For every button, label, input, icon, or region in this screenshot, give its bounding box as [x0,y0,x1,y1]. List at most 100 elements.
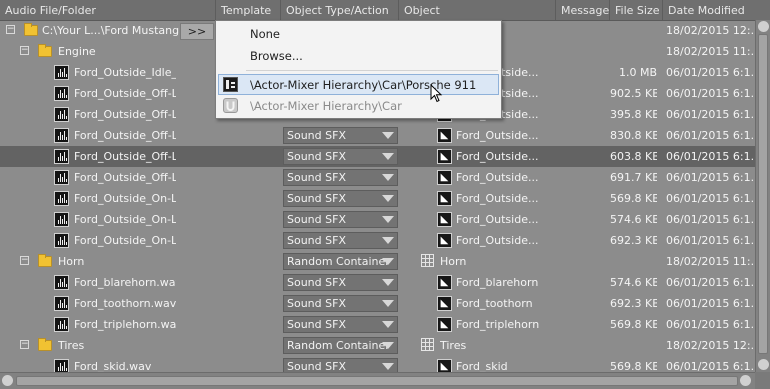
audio-file-row[interactable]: Ford_Outside_Off-Lo Sound SFX ◣ Ford_Outsid… [0,125,755,146]
horizontal-scrollbar[interactable] [0,372,755,389]
object-type-value: Sound SFX [287,192,346,205]
object-type-value: Sound SFX [287,297,346,310]
mouse-cursor-icon [430,84,443,103]
object-type-dropdown[interactable]: Sound SFX [283,127,398,144]
object-type-value: Random Container [287,339,390,352]
collapse-minus-icon[interactable]: − [20,340,29,349]
column-header-object[interactable]: Object [399,0,556,20]
date-modified: 06/01/2015 6:1... [666,150,754,163]
column-header-object-type[interactable]: Object Type/Action [281,0,399,20]
scroll-down-icon[interactable] [758,359,769,370]
scroll-left-icon[interactable] [2,375,13,386]
folder-row[interactable]: − Tires Random Container Tires 18/02/2015 12… [0,335,755,356]
chevron-down-icon[interactable] [382,174,394,181]
collapse-minus-icon[interactable]: − [20,46,29,55]
file-size: 691.7 KB [610,171,657,184]
audio-file-icon [54,107,69,122]
object-type-value: Sound SFX [287,129,346,142]
audio-file-row[interactable]: Ford_toothorn.wav Sound SFX ◣ Ford_toothorn… [0,293,755,314]
row-name: Engine [58,45,96,58]
object-type-dropdown[interactable]: Sound SFX [283,232,398,249]
chevron-down-icon[interactable] [382,342,394,349]
chevron-down-icon[interactable] [382,237,394,244]
object-type-value: Sound SFX [287,150,346,163]
audio-file-row[interactable]: Ford_Outside_On-Lo Sound SFX ◣ Ford_Outside… [0,230,755,251]
object-type-dropdown[interactable]: Sound SFX [283,295,398,312]
sound-sfx-icon: ◣ [437,170,452,185]
row-name: Ford_Outside_Off-Lo [74,171,176,184]
date-modified: 18/02/2015 12:... [666,24,754,37]
object-name: Ford_triplehorn [456,318,540,331]
chevron-down-icon[interactable] [382,321,394,328]
row-name: Ford_Outside_Off-Lo [74,108,176,121]
object-name: Ford_blarehorn [456,276,539,289]
row-name: Ford_Outside_On-Lo [74,192,176,205]
audio-file-row[interactable]: Ford_Outside_On-Lo Sound SFX ◣ Ford_Outside… [0,188,755,209]
date-modified: 06/01/2015 6:1... [666,129,754,142]
audio-file-icon [54,128,69,143]
chevron-down-icon[interactable] [382,363,394,370]
file-size: 569.8 KB [610,192,657,205]
vertical-scroll-thumb[interactable] [758,34,768,354]
object-type-dropdown[interactable]: Random Container [283,253,398,270]
object-type-dropdown[interactable]: Sound SFX [283,316,398,333]
row-name: Ford_triplehorn.wav [74,318,176,331]
horizontal-scroll-thumb[interactable] [16,376,738,386]
object-name: Tires [440,339,467,352]
audio-file-row[interactable]: Ford_Outside_Off-Lo Sound SFX ◣ Ford_Outsid… [0,146,755,167]
chevron-down-icon[interactable] [382,153,394,160]
column-header-file-size[interactable]: File Size [610,0,663,20]
sound-sfx-icon: ◣ [437,149,452,164]
date-modified: 06/01/2015 6:1... [666,171,754,184]
audio-file-row[interactable]: Ford_blarehorn.wav Sound SFX ◣ Ford_blareho… [0,272,755,293]
audio-file-row[interactable]: Ford_Outside_Off-Lo Sound SFX ◣ Ford_Outsid… [0,167,755,188]
menu-item-car[interactable]: \Actor-Mixer Hierarchy\Car [250,96,402,116]
chevron-down-icon[interactable] [382,258,394,265]
scroll-right-icon[interactable] [740,375,751,386]
chevron-down-icon[interactable] [382,216,394,223]
date-modified: 06/01/2015 6:1... [666,66,754,79]
audio-file-icon [54,149,69,164]
object-type-dropdown[interactable]: Sound SFX [283,274,398,291]
chevron-down-icon[interactable] [382,279,394,286]
sound-sfx-icon: ◣ [437,191,452,206]
file-size: 603.8 KB [610,150,657,163]
object-type-dropdown[interactable]: Sound SFX [283,211,398,228]
date-modified: 06/01/2015 6:1... [666,276,754,289]
object-name: Ford_Outside... [456,234,539,247]
file-size: 692.3 KB [610,234,657,247]
sound-sfx-icon: ◣ [437,233,452,248]
file-size [610,41,657,62]
folder-row[interactable]: − Horn Random Container Horn 18/02/2015 11:.… [0,251,755,272]
template-context-menu: None Browse... \Actor-Mixer Hierarchy\Ca… [215,20,502,119]
chevron-down-icon[interactable] [382,300,394,307]
collapse-minus-icon[interactable]: − [20,256,29,265]
actor-mixer-icon [223,77,238,92]
object-type-value: Sound SFX [287,276,346,289]
collapse-minus-icon[interactable]: − [6,25,15,34]
row-name: Ford_Outside_Idle_1 [74,66,176,79]
column-header-template[interactable]: Template [216,0,281,20]
menu-item-none[interactable]: None [250,24,280,44]
chevron-down-icon[interactable] [382,195,394,202]
object-type-dropdown[interactable]: Sound SFX [283,148,398,165]
object-type-dropdown[interactable]: Sound SFX [283,190,398,207]
object-type-value: Sound SFX [287,318,346,331]
object-name: Ford_Outside... [456,192,539,205]
audio-file-icon [54,317,69,332]
chevron-down-icon[interactable] [382,132,394,139]
menu-item-browse[interactable]: Browse... [250,46,303,66]
scroll-up-icon[interactable] [758,21,769,32]
sound-sfx-icon: ◣ [437,212,452,227]
row-name: Ford_Outside_On-Lo [74,213,176,226]
audio-file-row[interactable]: Ford_triplehorn.wav Sound SFX ◣ Ford_triple… [0,314,755,335]
column-header-date-modified[interactable]: Date Modified [663,0,755,20]
column-header-message[interactable]: Message [556,0,610,20]
audio-file-icon [54,275,69,290]
object-type-dropdown[interactable]: Random Container [283,337,398,354]
vertical-scrollbar[interactable] [755,20,770,372]
template-browse-button[interactable]: >> [180,23,214,40]
audio-file-row[interactable]: Ford_Outside_On-Lo Sound SFX ◣ Ford_Outside… [0,209,755,230]
column-header-audio-file[interactable]: Audio File/Folder [0,0,216,20]
object-type-dropdown[interactable]: Sound SFX [283,169,398,186]
